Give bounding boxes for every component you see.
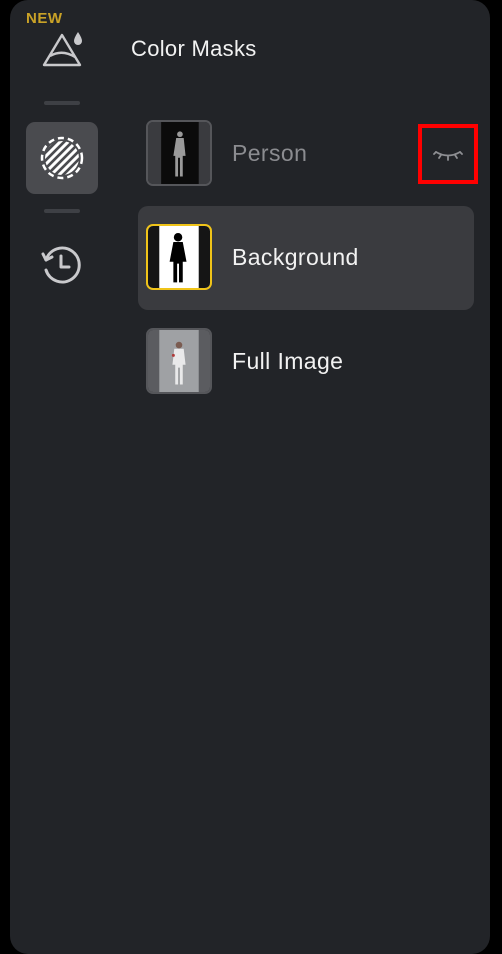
hatched-circle-icon bbox=[40, 136, 84, 180]
toolbar-divider bbox=[44, 209, 80, 213]
mask-row-background[interactable]: Background bbox=[138, 206, 474, 310]
mask-label: Background bbox=[232, 244, 359, 270]
mask-label: Person bbox=[232, 140, 308, 166]
toolbar-divider bbox=[44, 101, 80, 105]
mask-thumbnail bbox=[146, 120, 212, 186]
mask-label: Full Image bbox=[232, 348, 344, 374]
mask-thumbnail bbox=[146, 224, 212, 290]
history-icon bbox=[41, 246, 81, 284]
panel-title: Color Masks bbox=[131, 36, 257, 61]
new-badge: NEW bbox=[26, 10, 63, 27]
mask-thumbnail bbox=[146, 328, 212, 394]
mountain-drop-icon[interactable] bbox=[42, 30, 84, 70]
masks-tab-button[interactable] bbox=[26, 122, 98, 194]
history-button[interactable] bbox=[40, 243, 84, 287]
mask-row-full-image[interactable]: Full Image bbox=[138, 310, 474, 414]
eye-closed-icon bbox=[433, 151, 463, 161]
visibility-toggle-button[interactable] bbox=[418, 124, 478, 184]
